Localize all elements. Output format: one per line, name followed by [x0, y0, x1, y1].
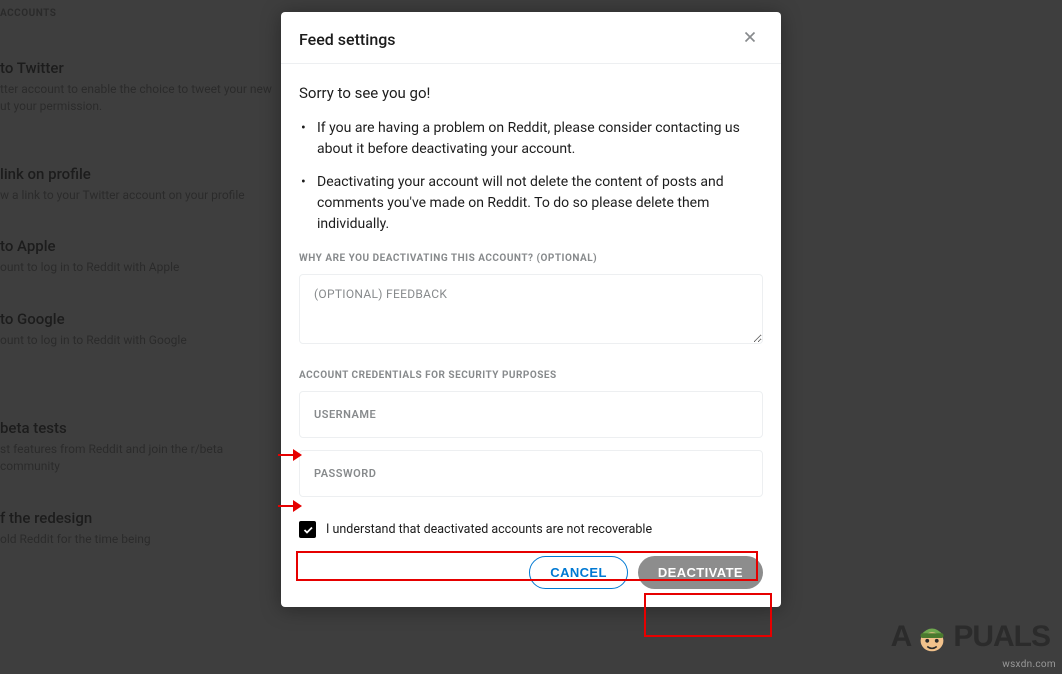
modal-backdrop: Feed settings Sorry to see you go! If yo…: [0, 0, 1062, 674]
logo-letter: A: [891, 620, 912, 654]
annotation-arrow-icon: [278, 449, 302, 461]
modal-body: Sorry to see you go! If you are having a…: [281, 64, 781, 607]
watermark-text: wsxdn.com: [1002, 659, 1056, 670]
close-icon[interactable]: [737, 26, 763, 53]
understand-checkbox[interactable]: [299, 521, 316, 538]
password-field[interactable]: [299, 450, 763, 497]
annotation-arrow-icon: [278, 500, 302, 512]
modal-header: Feed settings: [281, 12, 781, 64]
deactivate-modal: Feed settings Sorry to see you go! If yo…: [281, 12, 781, 607]
credentials-label: ACCOUNT CREDENTIALS FOR SECURITY PURPOSE…: [299, 370, 763, 381]
understand-checkbox-row[interactable]: I understand that deactivated accounts a…: [299, 521, 763, 538]
appuals-logo: A PUALS: [891, 618, 1050, 656]
lead-text: Sorry to see you go!: [299, 84, 763, 102]
logo-text: PUALS: [953, 620, 1050, 654]
info-bullets: If you are having a problem on Reddit, p…: [299, 118, 763, 235]
username-field[interactable]: [299, 391, 763, 438]
logo-mascot-icon: [913, 618, 951, 656]
modal-actions: CANCEL DEACTIVATE: [299, 556, 763, 589]
feedback-input[interactable]: [299, 274, 763, 344]
cancel-button[interactable]: CANCEL: [529, 556, 628, 589]
bullet-item: Deactivating your account will not delet…: [299, 172, 763, 235]
modal-title: Feed settings: [299, 30, 396, 49]
understand-label: I understand that deactivated accounts a…: [326, 522, 652, 537]
why-label: WHY ARE YOU DEACTIVATING THIS ACCOUNT? (…: [299, 253, 763, 264]
bullet-item: If you are having a problem on Reddit, p…: [299, 118, 763, 160]
deactivate-button[interactable]: DEACTIVATE: [638, 556, 763, 589]
